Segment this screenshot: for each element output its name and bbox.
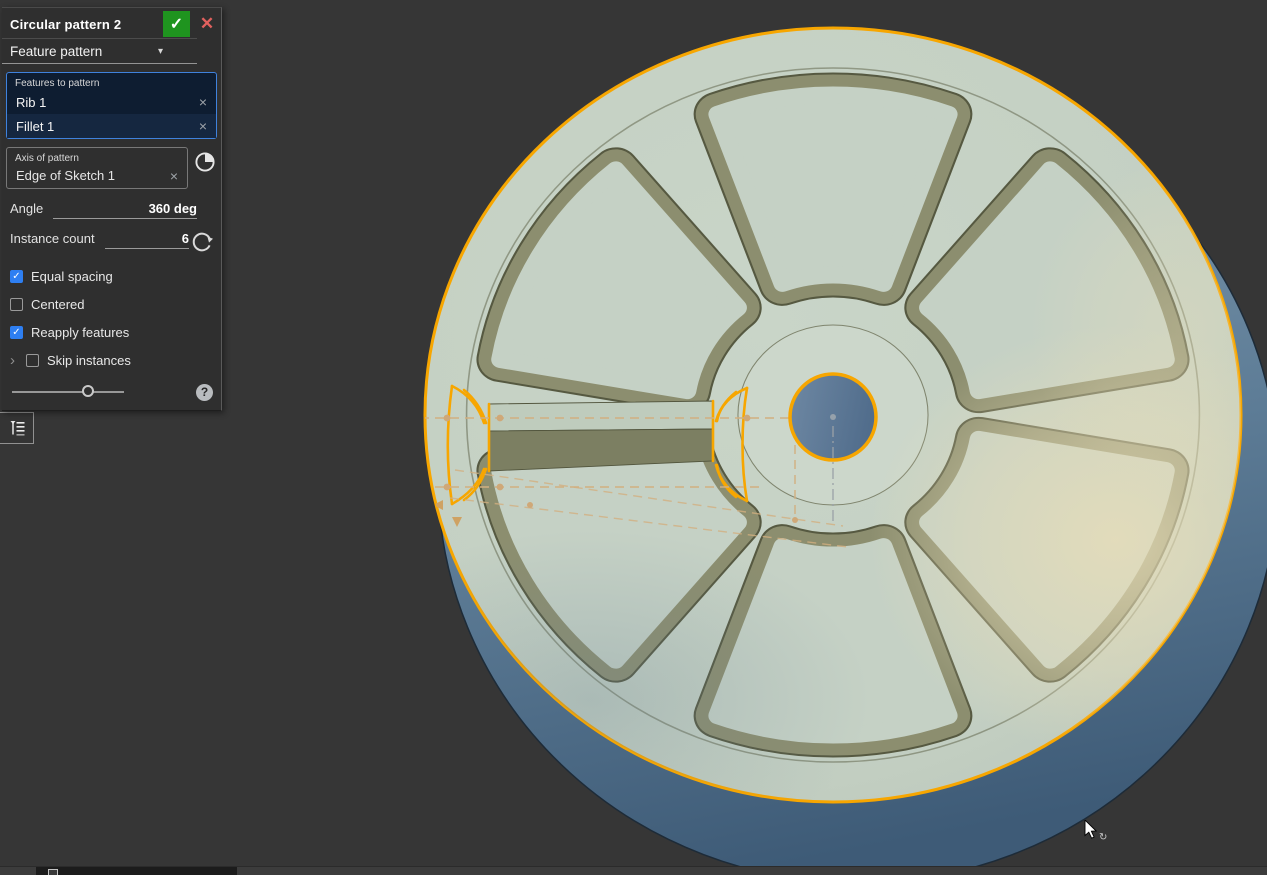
pattern-type-value: Feature pattern	[10, 43, 103, 59]
remove-icon[interactable]: ×	[170, 168, 178, 184]
reapply-features-label: Reapply features	[31, 325, 130, 340]
rollback-slider-row: ?	[12, 383, 213, 401]
confirm-button[interactable]: ✓	[163, 11, 190, 37]
skip-instances-checkbox[interactable]	[26, 354, 39, 367]
angle-row: Angle 360 deg	[10, 201, 197, 219]
angle-label: Angle	[10, 201, 44, 216]
instance-count-label: Instance count	[10, 231, 95, 246]
axis-row: Axis of pattern Edge of Sketch 1 ×	[6, 147, 217, 189]
center-point	[830, 414, 836, 420]
close-icon: ✕	[199, 14, 215, 33]
cursor-badge-icon: ↻	[1099, 832, 1107, 843]
equal-spacing-row[interactable]: ✓ Equal spacing	[10, 269, 213, 284]
remove-icon[interactable]: ×	[199, 118, 207, 134]
question-mark: ?	[200, 385, 209, 399]
features-box-label: Features to pattern	[15, 78, 100, 89]
centered-label: Centered	[31, 297, 85, 312]
flip-direction-icon[interactable]	[191, 231, 213, 256]
axis-of-pattern-box[interactable]: Axis of pattern Edge of Sketch 1 ×	[6, 147, 188, 189]
reapply-features-row[interactable]: ✓ Reapply features	[10, 325, 213, 340]
edge-vertex-dot	[425, 486, 427, 492]
pattern-type-dropdown[interactable]: Feature pattern ▾	[2, 38, 197, 64]
feature-item-label: Rib 1	[16, 94, 47, 110]
equal-spacing-checkbox[interactable]: ✓	[10, 270, 23, 283]
reapply-features-checkbox[interactable]: ✓	[10, 326, 23, 339]
feature-list-icon	[10, 421, 24, 436]
angle-input[interactable]: 360 deg	[53, 201, 197, 219]
chevron-down-icon: ▾	[157, 45, 163, 57]
active-part-studio-tab[interactable]	[36, 867, 237, 875]
slider-track[interactable]	[12, 385, 124, 397]
slider-knob[interactable]	[82, 385, 94, 397]
pattern-direction-icon[interactable]	[193, 150, 217, 177]
app-window: Circular pattern 2 ✓ ✕ Feature pattern ▾…	[0, 0, 1267, 875]
equal-spacing-label: Equal spacing	[31, 269, 113, 284]
features-to-pattern-box[interactable]: Features to pattern Rib 1 × Fillet 1 ×	[6, 72, 217, 139]
remove-icon[interactable]: ×	[199, 94, 207, 110]
mouse-cursor: ↻	[1084, 820, 1107, 843]
bottom-tab-bar	[0, 866, 1267, 875]
check-icon: ✓	[169, 16, 184, 33]
dialog-title: Circular pattern 2	[10, 16, 122, 32]
circular-pattern-dialog: Circular pattern 2 ✓ ✕ Feature pattern ▾…	[2, 7, 222, 411]
dialog-header: Circular pattern 2 ✓ ✕	[2, 8, 221, 38]
part-studio-tab-icon	[48, 869, 58, 875]
skip-instances-label: Skip instances	[47, 353, 131, 368]
help-icon[interactable]: ?	[196, 383, 213, 401]
feature-item-label: Fillet 1	[16, 118, 55, 134]
axis-box-label: Axis of pattern	[15, 153, 79, 164]
chevron-right-icon[interactable]: ›	[10, 353, 26, 368]
instance-count-input[interactable]: 6	[104, 231, 189, 249]
instance-count-row: Instance count 6	[10, 231, 213, 256]
cancel-button[interactable]: ✕	[199, 14, 215, 34]
feature-list-toggle-button[interactable]	[0, 412, 34, 444]
centered-checkbox[interactable]	[10, 298, 23, 311]
feature-item-rib[interactable]: Rib 1 ×	[7, 90, 216, 114]
skip-instances-row[interactable]: › Skip instances	[10, 353, 213, 369]
centered-row[interactable]: Centered	[10, 297, 213, 312]
axis-value: Edge of Sketch 1	[16, 168, 116, 183]
feature-item-fillet[interactable]: Fillet 1 ×	[7, 114, 216, 138]
